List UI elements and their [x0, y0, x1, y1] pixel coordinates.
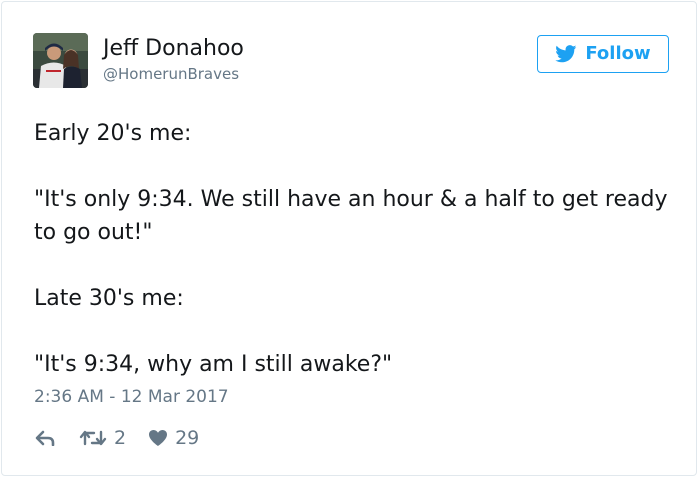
author-screen-name[interactable]: @HomerunBraves: [103, 64, 239, 84]
tweet-timestamp[interactable]: 2:36 AM - 12 Mar 2017: [34, 386, 229, 408]
tweet-paragraph: Late 30's me:: [34, 286, 184, 311]
heart-icon: [148, 429, 168, 447]
follow-button-label: Follow: [585, 43, 651, 64]
tweet-paragraph: Early 20's me:: [34, 121, 192, 146]
tweet-paragraph: "It's 9:34, why am I still awake?": [34, 352, 393, 377]
retweet-icon: [79, 429, 107, 447]
author-display-name[interactable]: Jeff Donahoo: [103, 35, 244, 63]
twitter-bird-icon: [555, 45, 577, 63]
tweet-paragraph: "It's only 9:34. We still have an hour &…: [34, 187, 668, 245]
tweet-card: Jeff Donahoo @HomerunBraves Follow Early…: [1, 1, 697, 476]
retweet-button[interactable]: 2: [79, 427, 126, 449]
reply-icon: [34, 430, 56, 446]
retweet-count: 2: [114, 427, 127, 449]
follow-button[interactable]: Follow: [537, 35, 669, 73]
reply-button[interactable]: [34, 430, 56, 446]
tweet-actions: 2 29: [34, 425, 199, 451]
avatar[interactable]: [33, 33, 88, 88]
tweet-text: Early 20's me: "It's only 9:34. We still…: [34, 117, 674, 381]
like-count: 29: [175, 427, 200, 449]
like-button[interactable]: 29: [148, 427, 199, 449]
